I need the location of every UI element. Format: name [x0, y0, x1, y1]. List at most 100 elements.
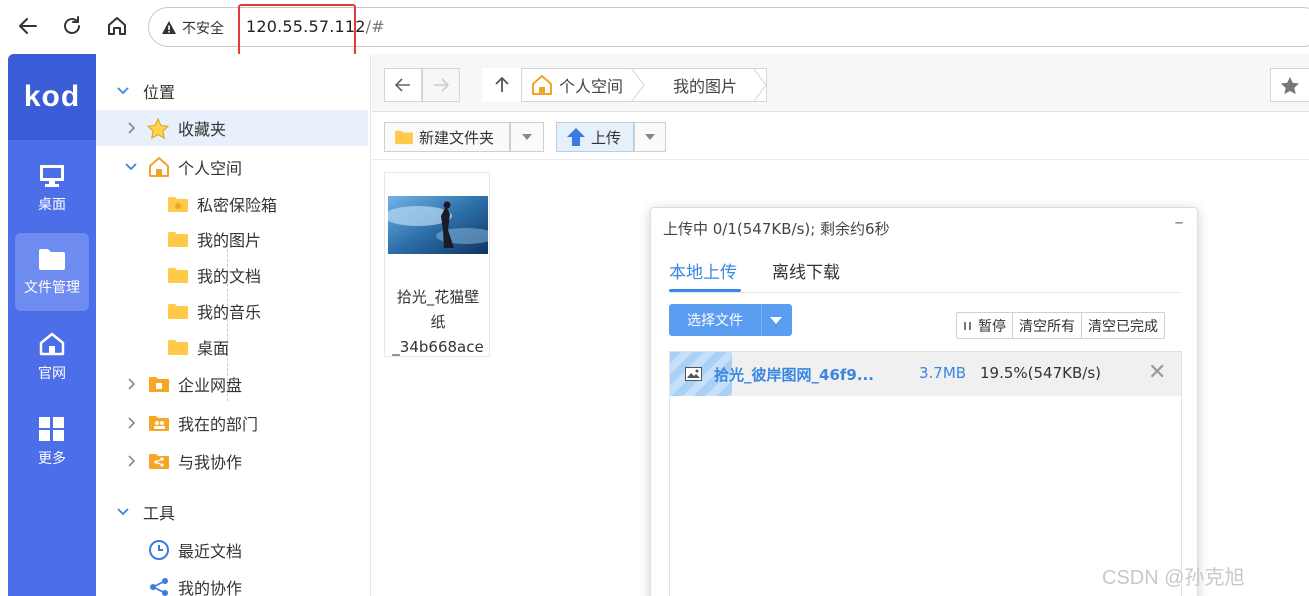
upload-item[interactable]: 拾光_彼岸图网_46f9... 3.7MB 19.5%(547KB/s) ✕: [670, 352, 1181, 396]
button-label: 上传: [591, 128, 622, 147]
rail-label: 官网: [38, 366, 66, 382]
button-label: 暂停: [978, 318, 1006, 335]
caret-down-icon: [522, 134, 532, 140]
kod-logo[interactable]: kod: [8, 54, 96, 140]
tab-divider: [669, 292, 1181, 293]
chevron-right-icon[interactable]: [125, 121, 139, 135]
minimize-button[interactable]: –: [1169, 212, 1189, 233]
tree-label: 企业网盘: [178, 376, 243, 395]
tree-label: 我的图片: [197, 231, 262, 250]
lock-folder-icon: [167, 194, 189, 214]
bookmark-button[interactable]: [1270, 68, 1309, 102]
folder-tree: 位置 收藏夹 个人空间 私密保险箱 我的图片 我的文档 我的音乐 桌面 企业网盘: [96, 54, 462, 596]
tree-item-my-collab[interactable]: 我的协作: [96, 569, 368, 596]
upload-dropdown[interactable]: [634, 122, 666, 152]
caret-down-icon[interactable]: [770, 317, 782, 324]
upload-file-size: 3.7MB: [919, 364, 967, 382]
section-label: 工具: [143, 504, 176, 523]
tree-item-vault[interactable]: 私密保险箱: [96, 186, 368, 222]
home-button[interactable]: [103, 12, 131, 40]
path-toolbar: 个人空间 我的图片: [372, 54, 1309, 112]
upload-button[interactable]: 上传: [556, 122, 634, 152]
file-item[interactable]: 拾光_花猫壁 纸 _34b668ace: [384, 172, 490, 357]
folder-icon: [395, 130, 413, 145]
insecure-label: 不安全: [182, 21, 224, 37]
tree-label: 桌面: [197, 339, 230, 358]
parent-folder-button[interactable]: [482, 68, 522, 102]
upload-dialog: 上传中 0/1(547KB/s); 剩余约6秒 – 本地上传 离线下载 选择文件…: [650, 207, 1198, 596]
upload-list: 拾光_彼岸图网_46f9... 3.7MB 19.5%(547KB/s) ✕: [669, 351, 1182, 596]
watermark: CSDN @孙克旭: [1102, 567, 1245, 589]
home-icon: [39, 332, 65, 356]
group-folder-icon: [148, 413, 170, 433]
folder-icon: [167, 229, 189, 249]
breadcrumb-item-my-pictures[interactable]: 我的图片: [673, 69, 737, 101]
pause-icon: [964, 321, 971, 330]
tree-label: 我的文档: [197, 267, 262, 286]
tree-item-my-department[interactable]: 我在的部门: [96, 405, 368, 441]
grid-icon: [39, 417, 64, 441]
home-folder-icon: [532, 75, 552, 95]
chevron-down-icon[interactable]: [116, 84, 130, 98]
share-icon: [148, 577, 170, 596]
chevron-right-icon[interactable]: [125, 377, 139, 391]
monitor-icon: [40, 165, 64, 187]
tree-item-recent-docs[interactable]: 最近文档: [96, 532, 368, 568]
logo-text: kod: [23, 80, 81, 113]
button-label: 清空所有: [1019, 318, 1075, 335]
rail-item-desktop[interactable]: 桌面: [15, 150, 89, 228]
tree-section-tools[interactable]: 工具: [96, 494, 368, 530]
file-thumbnail: [388, 196, 488, 254]
reload-icon: [64, 16, 80, 34]
new-folder-button[interactable]: 新建文件夹: [384, 122, 510, 152]
tab-offline-download[interactable]: 离线下载: [772, 258, 840, 283]
file-name: 拾光_花猫壁 纸 _34b668ace: [385, 285, 491, 360]
tree-item-my-documents[interactable]: 我的文档: [96, 257, 368, 293]
tree-label: 收藏夹: [178, 120, 227, 139]
tree-item-personal-space[interactable]: 个人空间: [96, 149, 368, 185]
clock-icon: [148, 540, 170, 560]
tree-section-location[interactable]: 位置: [96, 73, 368, 109]
pause-button[interactable]: 暂停: [957, 313, 1013, 338]
rail-item-file-manager[interactable]: 文件管理: [15, 233, 89, 311]
tree-item-desktop[interactable]: 桌面: [96, 329, 368, 365]
breadcrumb-label: 我的图片: [673, 77, 738, 96]
history-back-button[interactable]: [384, 68, 422, 102]
chevron-down-icon[interactable]: [116, 505, 130, 519]
breadcrumb-separator: [631, 69, 645, 101]
clear-all-button[interactable]: 清空所有: [1013, 313, 1082, 338]
image-thumbnail: [388, 196, 488, 254]
breadcrumb-item-personal-space[interactable]: 个人空间: [531, 69, 623, 101]
rail-item-more[interactable]: 更多: [15, 403, 89, 481]
tab-local-upload[interactable]: 本地上传: [669, 258, 737, 283]
new-folder-dropdown[interactable]: [510, 122, 544, 152]
breadcrumb-separator: [753, 69, 767, 101]
tree-label: 个人空间: [178, 159, 243, 178]
url-suffix: /#: [365, 17, 385, 36]
chevron-right-icon[interactable]: [125, 454, 139, 468]
tree-label: 我在的部门: [178, 415, 259, 434]
tree-item-favorites[interactable]: 收藏夹: [96, 110, 368, 146]
security-indicator[interactable]: 不安全: [161, 17, 224, 39]
tree-label: 我的音乐: [197, 303, 262, 322]
tree-item-my-music[interactable]: 我的音乐: [96, 293, 368, 329]
tree-item-collaborate-with-me[interactable]: 与我协作: [96, 443, 368, 479]
tree-label: 私密保险箱: [197, 196, 278, 215]
tree-item-my-pictures[interactable]: 我的图片: [96, 221, 368, 257]
reload-button[interactable]: [58, 12, 86, 40]
back-button[interactable]: [14, 12, 42, 40]
caret-down-icon: [645, 134, 655, 140]
upload-controls: 暂停 清空所有 清空已完成: [956, 312, 1165, 339]
close-icon[interactable]: ✕: [1148, 360, 1166, 385]
chevron-right-icon[interactable]: [125, 416, 139, 430]
folder-icon: [167, 337, 189, 357]
folder-icon: [167, 265, 189, 285]
select-file-button[interactable]: 选择文件: [669, 304, 792, 336]
arrow-left-icon: [395, 78, 410, 92]
rail-item-website[interactable]: 官网: [15, 318, 89, 396]
button-label: 清空已完成: [1088, 318, 1158, 335]
chevron-down-icon[interactable]: [124, 160, 138, 174]
clear-completed-button[interactable]: 清空已完成: [1082, 313, 1164, 338]
history-forward-button[interactable]: [422, 68, 460, 102]
tree-item-enterprise-disk[interactable]: 企业网盘: [96, 366, 368, 402]
